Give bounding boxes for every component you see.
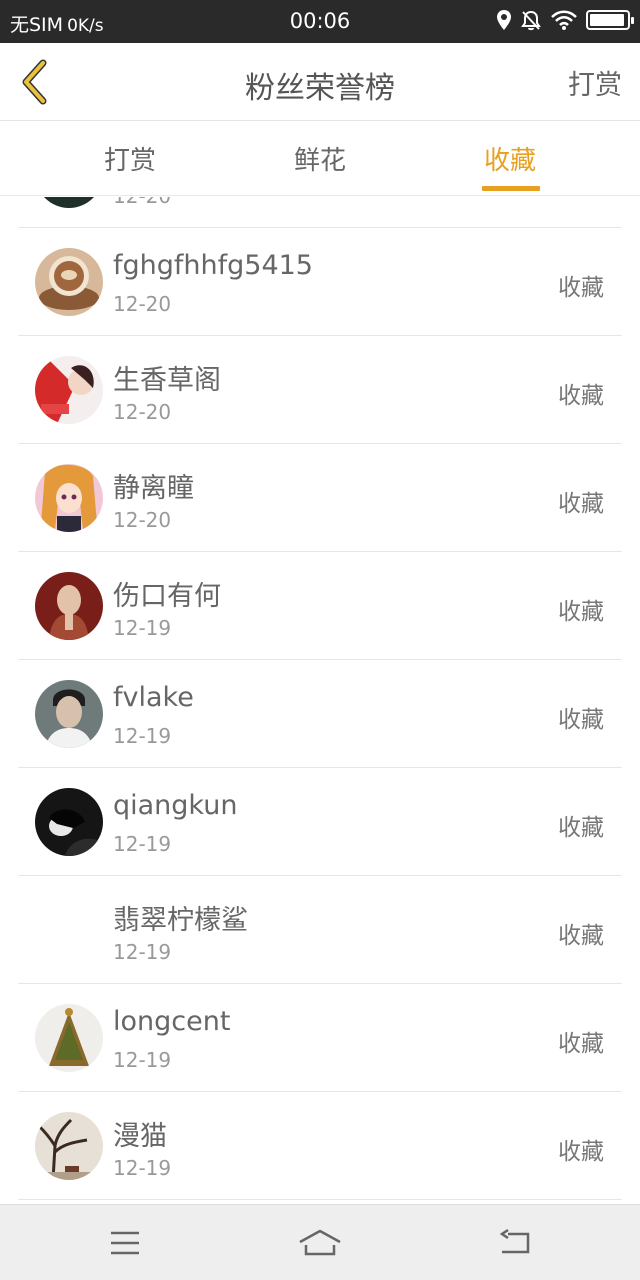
list-item[interactable]: 翡翠柠檬鲨 12-19 收藏 bbox=[18, 876, 622, 984]
avatar bbox=[35, 464, 103, 532]
fan-list[interactable]: 12-20 fghgfhhfg5415 12-20 收藏 生香草 bbox=[0, 197, 640, 1204]
location-icon bbox=[497, 10, 511, 30]
item-date: 12-19 bbox=[113, 616, 172, 640]
menu-icon bbox=[111, 1231, 139, 1255]
item-date: 12-19 bbox=[113, 724, 172, 748]
list-item[interactable]: 伤口有何 12-19 收藏 bbox=[18, 552, 622, 660]
wifi-icon bbox=[551, 10, 577, 30]
menu-button[interactable] bbox=[95, 1223, 155, 1263]
item-action-label: 收藏 bbox=[558, 923, 604, 949]
item-date: 12-20 bbox=[113, 508, 172, 532]
avatar bbox=[35, 572, 103, 640]
item-action-label: 收藏 bbox=[558, 383, 604, 409]
tab-label: 打赏 bbox=[103, 146, 156, 176]
battery-fill bbox=[590, 14, 625, 26]
item-date: 12-20 bbox=[113, 197, 171, 208]
status-bar: 无SIM 0K/s 00:06 bbox=[0, 0, 640, 43]
item-date: 12-19 bbox=[113, 1156, 172, 1180]
list-item[interactable]: fghgfhhfg5415 12-20 收藏 bbox=[18, 228, 622, 336]
avatar bbox=[35, 1112, 103, 1180]
list-item[interactable]: fvlake 12-19 收藏 bbox=[18, 660, 622, 768]
system-back-button[interactable] bbox=[485, 1223, 545, 1263]
item-name: 翡翠柠檬鲨 bbox=[113, 905, 248, 936]
item-action-label: 收藏 bbox=[558, 707, 604, 733]
list-item[interactable]: 生香草阁 12-20 收藏 bbox=[18, 336, 622, 444]
item-action-label: 收藏 bbox=[558, 599, 604, 625]
tab-favorites[interactable]: 收藏 bbox=[450, 140, 570, 191]
avatar bbox=[35, 1004, 103, 1072]
list-item[interactable]: longcent 12-19 收藏 bbox=[18, 984, 622, 1092]
avatar bbox=[35, 896, 103, 964]
home-button[interactable] bbox=[290, 1223, 350, 1263]
item-name: 漫猫 bbox=[113, 1121, 167, 1152]
item-action-label: 收藏 bbox=[558, 491, 604, 517]
item-date: 12-20 bbox=[113, 292, 172, 316]
item-name: longcent bbox=[113, 1006, 231, 1037]
system-nav-bar bbox=[0, 1204, 640, 1280]
tab-label: 收藏 bbox=[483, 146, 536, 176]
page-title: 粉丝荣誉榜 bbox=[245, 71, 395, 106]
status-icons bbox=[496, 9, 634, 31]
item-date: 12-19 bbox=[113, 1048, 172, 1072]
item-name: 静离瞳 bbox=[113, 473, 194, 504]
tab-label: 鲜花 bbox=[293, 146, 346, 176]
avatar bbox=[35, 248, 103, 316]
tab-reward[interactable]: 打赏 bbox=[70, 140, 190, 177]
tab-flowers[interactable]: 鲜花 bbox=[260, 140, 380, 177]
list-item[interactable]: 漫猫 12-19 收藏 bbox=[18, 1092, 622, 1200]
bell-off-icon bbox=[521, 10, 541, 31]
item-action-label: 收藏 bbox=[558, 275, 604, 301]
list-item[interactable]: qiangkun 12-19 收藏 bbox=[18, 768, 622, 876]
back-arrow-icon bbox=[499, 1229, 530, 1254]
item-name: 生香草阁 bbox=[113, 365, 221, 396]
avatar bbox=[35, 356, 103, 424]
item-name: fghgfhhfg5415 bbox=[113, 250, 313, 281]
item-date: 12-19 bbox=[113, 940, 172, 964]
item-date: 12-20 bbox=[113, 400, 172, 424]
nav-bar: 粉丝荣誉榜 打赏 bbox=[0, 43, 640, 121]
home-icon bbox=[299, 1229, 341, 1256]
item-action-label: 收藏 bbox=[558, 1031, 604, 1057]
list-item[interactable]: 静离瞳 12-20 收藏 bbox=[18, 444, 622, 552]
tab-bar: 打赏 鲜花 收藏 bbox=[0, 122, 640, 196]
item-action-label: 收藏 bbox=[558, 815, 604, 841]
avatar bbox=[35, 788, 103, 856]
item-action-label: 收藏 bbox=[558, 1139, 604, 1165]
item-name: fvlake bbox=[113, 682, 194, 713]
reward-button[interactable]: 打赏 bbox=[568, 63, 622, 102]
item-name: qiangkun bbox=[113, 790, 238, 821]
battery-icon bbox=[586, 10, 634, 30]
avatar bbox=[35, 680, 103, 748]
avatar bbox=[35, 197, 103, 208]
item-name: 伤口有何 bbox=[113, 581, 221, 612]
list-item[interactable]: 12-20 bbox=[18, 197, 622, 228]
active-tab-indicator bbox=[482, 186, 540, 191]
item-date: 12-19 bbox=[113, 832, 172, 856]
